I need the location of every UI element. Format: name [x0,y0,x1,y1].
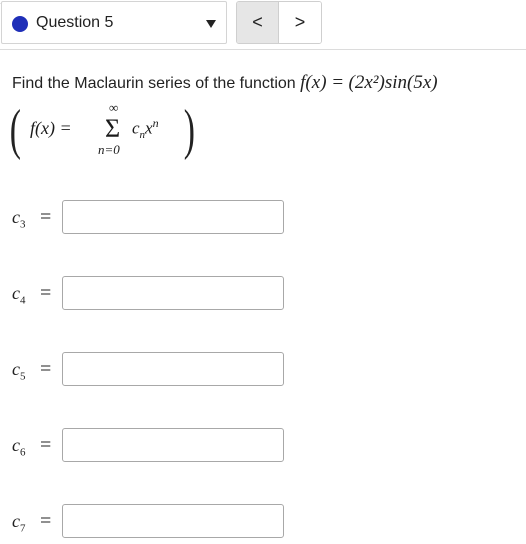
prev-question-button[interactable]: < [237,2,280,43]
question-selector[interactable]: Question 5 [1,1,227,44]
coefficient-row-c4: c4 = [12,276,292,312]
function-lhs: f(x) = [300,72,345,93]
function-rhs: (2x²)sin(5x) [348,72,438,93]
coef-label-c4: c4 [12,283,26,307]
next-question-button[interactable]: > [279,2,321,43]
coefficient-row-c5: c5 = [12,352,292,388]
series-lhs: f(x) = [30,118,72,138]
coef-label-c7: c7 [12,511,26,535]
equals-sign: = [40,358,52,380]
status-dot-icon [12,16,28,32]
series-lower-limit: n=0 [98,142,120,157]
coef-label-c3: c3 [12,207,26,231]
right-paren-icon: ) [183,99,195,161]
series-term-exp: n [152,116,159,130]
series-formula: ( f(x) = ∞ Σ n=0 cnxn ) [9,99,232,162]
caret-down-icon [206,20,216,28]
coefficient-row-c7: c7 = [12,504,292,540]
question-nav: < > [236,1,322,44]
c6-input[interactable] [62,428,284,462]
coefficient-row-c6: c6 = [12,428,292,464]
coef-label-c6: c6 [12,435,26,459]
c3-input[interactable] [62,200,284,234]
sigma-icon: Σ [105,114,121,143]
c5-input[interactable] [62,352,284,386]
coef-label-c5: c5 [12,359,26,383]
equals-sign: = [40,282,52,304]
problem-prompt: Find the Maclaurin series of the functio… [12,72,438,94]
c7-input[interactable] [62,504,284,538]
left-paren-icon: ( [9,99,21,161]
prompt-text: Find the Maclaurin series of the functio… [12,75,296,92]
equals-sign: = [40,206,52,228]
series-term-var: x [145,118,153,138]
equals-sign: = [40,434,52,456]
c4-input[interactable] [62,276,284,310]
question-label: Question 5 [36,14,114,31]
header-divider [0,49,526,50]
equals-sign: = [40,510,52,532]
series-term: cnxn [132,116,159,141]
coefficient-row-c3: c3 = [12,200,292,236]
series-term-coef: c [132,118,140,138]
